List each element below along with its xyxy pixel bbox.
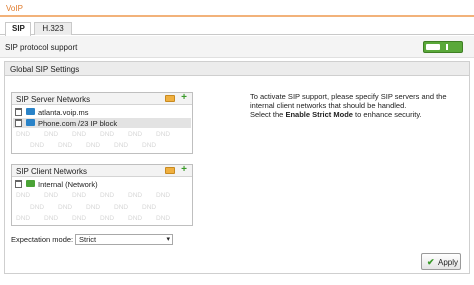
- dnd-watermark: DND: [100, 192, 115, 199]
- apply-label: Apply: [438, 258, 459, 267]
- apply-button[interactable]: ✔ Apply: [421, 253, 461, 270]
- dnd-watermark: DND: [86, 204, 101, 211]
- sip-client-networks-title: SIP Client Networks: [16, 167, 87, 176]
- dnd-watermark: DND: [128, 131, 143, 138]
- trash-icon[interactable]: [15, 180, 22, 188]
- trash-icon[interactable]: [15, 119, 22, 127]
- dnd-watermark: DND: [16, 215, 31, 222]
- chevron-down-icon: ▾: [166, 236, 170, 243]
- internal-network-icon: [26, 180, 35, 187]
- help-line-3: Select the Enable Strict Mode to enhance…: [250, 110, 465, 119]
- trash-icon[interactable]: [15, 108, 22, 116]
- dnd-watermark: DND: [142, 204, 157, 211]
- sip-server-networks-title: SIP Server Networks: [16, 95, 91, 104]
- dnd-watermark: DND: [156, 131, 171, 138]
- dnd-watermark: DND: [142, 142, 157, 149]
- help-text: To activate SIP support, please specify …: [250, 92, 465, 119]
- dnd-watermark: DND: [128, 192, 143, 199]
- check-icon: ✔: [427, 257, 435, 267]
- dnd-watermark: DND: [44, 131, 59, 138]
- sip-client-networks-panel: SIP Client Networks + Internal (Network)…: [11, 164, 193, 226]
- dnd-watermark: DND: [114, 204, 129, 211]
- dnd-watermark: DND: [100, 215, 115, 222]
- window-titlebar: VoIP: [0, 0, 474, 17]
- footer-bar: ✔ Apply: [0, 252, 474, 274]
- toggle-knob: [426, 44, 440, 50]
- dnd-watermark: DND: [30, 204, 45, 211]
- sip-client-networks-header: SIP Client Networks +: [12, 165, 192, 177]
- dnd-watermark: DND: [44, 192, 59, 199]
- dnd-watermark: DND: [72, 192, 87, 199]
- list-item[interactable]: Phone.com /23 IP block: [13, 118, 191, 128]
- dnd-watermark: DND: [128, 215, 143, 222]
- help-line-2: internal client networks that should be …: [250, 101, 407, 110]
- dnd-watermark: DND: [16, 131, 31, 138]
- help-line-1: To activate SIP support, please specify …: [250, 92, 447, 101]
- add-icon[interactable]: +: [179, 93, 189, 103]
- sip-support-label: SIP protocol support: [5, 43, 78, 52]
- global-sip-settings-title: Global SIP Settings: [10, 65, 80, 74]
- folder-icon[interactable]: [165, 167, 175, 174]
- global-sip-settings: Global SIP Settings SIP Server Networks …: [4, 61, 470, 274]
- help-line-3-prefix: Select the: [250, 110, 286, 119]
- dnd-watermark: DND: [44, 215, 59, 222]
- dnd-watermark: DND: [114, 142, 129, 149]
- dnd-watermark: DND: [58, 204, 73, 211]
- folder-icon[interactable]: [165, 95, 175, 102]
- sip-support-row: SIP protocol support: [0, 36, 474, 58]
- help-strict-mode-term: Enable Strict Mode: [285, 110, 353, 119]
- expectation-mode-value: Strict: [79, 235, 97, 244]
- dnd-watermark: DND: [86, 142, 101, 149]
- expectation-mode-label: Expectation mode:: [11, 235, 74, 244]
- dnd-watermark: DND: [16, 192, 31, 199]
- dnd-watermark: DND: [72, 131, 87, 138]
- list-item[interactable]: atlanta.voip.ms: [13, 107, 191, 117]
- dnd-watermark: DND: [30, 142, 45, 149]
- dnd-watermark: DND: [58, 142, 73, 149]
- list-item-label: atlanta.voip.ms: [38, 108, 89, 117]
- expectation-mode-select[interactable]: Strict ▾: [75, 234, 173, 245]
- list-item-label: Phone.com /23 IP block: [38, 119, 118, 128]
- sip-server-networks-panel: SIP Server Networks + atlanta.voip.ms Ph…: [11, 92, 193, 154]
- server-network-icon: [26, 108, 35, 115]
- add-icon[interactable]: +: [179, 165, 189, 175]
- global-sip-settings-header: Global SIP Settings: [5, 62, 469, 76]
- tab-bar: SIP H.323: [0, 19, 474, 36]
- list-item[interactable]: Internal (Network): [13, 179, 191, 189]
- dnd-watermark: DND: [72, 215, 87, 222]
- dnd-watermark: DND: [156, 215, 171, 222]
- dnd-watermark: DND: [156, 192, 171, 199]
- sip-support-toggle[interactable]: [423, 41, 463, 53]
- sip-server-networks-header: SIP Server Networks +: [12, 93, 192, 105]
- toggle-on-mark: [446, 44, 448, 50]
- help-line-3-suffix: to enhance security.: [352, 110, 422, 119]
- server-network-icon: [26, 119, 35, 126]
- tab-sip[interactable]: SIP: [5, 22, 31, 36]
- tab-h323[interactable]: H.323: [34, 22, 72, 35]
- dnd-watermark: DND: [100, 131, 115, 138]
- list-item-label: Internal (Network): [38, 180, 98, 189]
- window-title: VoIP: [6, 4, 23, 13]
